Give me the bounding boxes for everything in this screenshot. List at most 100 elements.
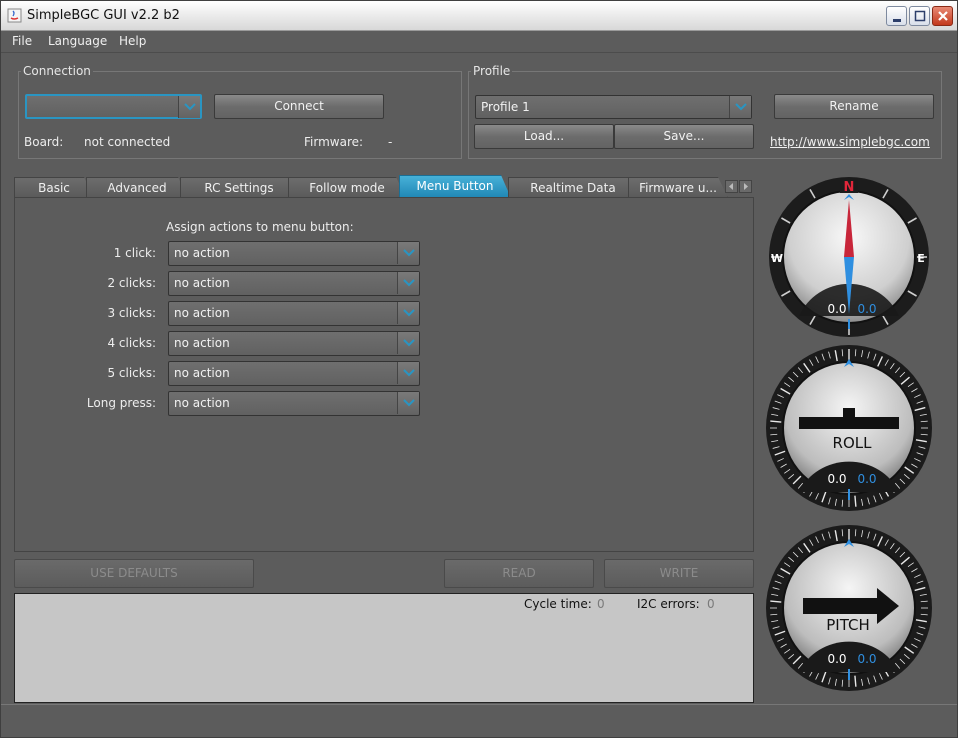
tab-scroll-left[interactable] [725,180,738,193]
menu-button-row-label: 3 clicks: [107,306,156,320]
menu-button-heading: Assign actions to menu button: [166,220,354,234]
compass-east-label: E [917,252,925,265]
profile-select-arrow[interactable] [729,96,751,118]
app-window: SimpleBGC GUI v2.2 b2 File Language Help… [0,0,958,738]
yaw-compass-gauge: N W E 0.0 0.0 [769,177,929,337]
log-panel: Cycle time: 0 I2C errors: 0 [14,593,754,703]
action-select-value: no action [174,336,230,350]
i2c-errors-label: I2C errors: [637,597,700,611]
maximize-button[interactable] [909,6,930,26]
action-select-arrow[interactable] [397,272,419,294]
menu-button-row-label: Long press: [86,396,156,410]
pitch-value-2: 0.0 [857,652,876,666]
i2c-errors-value: 0 [707,597,715,611]
minimize-icon [893,19,901,22]
tab-strip: Basic Advanced RC Settings Follow mode M… [14,177,754,198]
minimize-button[interactable] [886,6,907,26]
action-select-value: no action [174,396,230,410]
action-select-arrow[interactable] [397,242,419,264]
roll-gauge: ROLL 0.0 0.0 [766,345,932,511]
compass-value-1: 0.0 [827,302,846,316]
board-label: Board: [24,135,64,149]
close-button[interactable] [932,6,953,26]
gauge-tick [854,675,857,687]
connection-group-title: Connection [21,64,93,78]
action-select-value: no action [174,276,230,290]
tab-menu-button[interactable]: Menu Button [399,175,511,198]
compass-north-label: N [844,180,855,195]
menu-button-panel: Assign actions to menu button: 1 click: n… [14,197,754,552]
tab-advanced[interactable]: Advanced [86,177,188,198]
arrow-right-icon [744,183,748,190]
menu-button-action-select[interactable]: no action [168,241,420,266]
chevron-down-icon [735,103,747,111]
port-select[interactable] [25,94,202,119]
website-link[interactable]: http://www.simplebgc.com [770,135,930,149]
chevron-down-icon [403,309,415,317]
chevron-down-icon [403,369,415,377]
tab-basic[interactable]: Basic [14,177,94,198]
compass-value-2: 0.0 [857,302,876,316]
tab-scroll-right[interactable] [739,180,752,193]
status-bar [1,704,957,737]
menu-help[interactable]: Help [119,34,146,48]
action-select-arrow[interactable] [397,392,419,414]
tab-rc-settings[interactable]: RC Settings [180,177,298,198]
chevron-down-icon [403,399,415,407]
rename-button[interactable]: Rename [774,94,934,119]
profile-select[interactable]: Profile 1 [475,95,752,119]
tab-firmware-upgrade[interactable]: Firmware u... [628,177,728,198]
menu-button-row-label: 5 clicks: [107,366,156,380]
chevron-down-icon [403,279,415,287]
pitch-value-1: 0.0 [827,652,846,666]
save-profile-button[interactable]: Save... [614,124,754,149]
roll-label: ROLL [833,434,873,452]
gauge-tick [770,420,782,423]
use-defaults-button[interactable]: USE DEFAULTS [14,559,254,588]
action-select-arrow[interactable] [397,302,419,324]
menu-language[interactable]: Language [48,34,107,48]
action-select-arrow[interactable] [397,332,419,354]
roll-value-1: 0.0 [827,472,846,486]
action-select-value: no action [174,366,230,380]
menu-button-action-select[interactable]: no action [168,301,420,326]
menu-file[interactable]: File [12,34,32,48]
profile-group-title: Profile [471,64,513,78]
menu-button-row-label: 1 click: [113,246,156,260]
roll-value-2: 0.0 [857,472,876,486]
action-select-value: no action [174,246,230,260]
menu-bar: File Language Help [1,31,957,53]
arrow-left-icon [729,183,733,190]
tab-follow-mode[interactable]: Follow mode [288,177,406,198]
pitch-gauge: PITCH 0.0 0.0 [766,525,932,691]
java-app-icon [7,8,22,23]
maximize-icon [914,10,926,22]
chevron-down-icon [403,339,415,347]
firmware-value: - [388,135,393,149]
firmware-label: Firmware: [304,135,364,149]
read-button[interactable]: READ [444,559,594,588]
cycle-time-value: 0 [597,597,605,611]
window-title: SimpleBGC GUI v2.2 b2 [27,8,180,23]
roll-horizon-bar [799,417,899,429]
menu-button-action-select[interactable]: no action [168,361,420,386]
gauge-tick [770,600,782,603]
menu-button-action-select[interactable]: no action [168,391,420,416]
gauge-tick [854,495,857,507]
profile-select-value: Profile 1 [481,100,530,114]
load-profile-button[interactable]: Load... [474,124,614,149]
connect-button[interactable]: Connect [214,94,384,119]
write-button[interactable]: WRITE [604,559,754,588]
action-select-arrow[interactable] [397,362,419,384]
board-value: not connected [84,135,171,149]
menu-button-action-select[interactable]: no action [168,271,420,296]
pitch-label: PITCH [826,616,870,634]
tab-realtime-data[interactable]: Realtime Data [508,177,638,198]
menu-button-row-label: 4 clicks: [107,336,156,350]
menu-button-action-select[interactable]: no action [168,331,420,356]
action-select-value: no action [174,306,230,320]
title-bar[interactable]: SimpleBGC GUI v2.2 b2 [1,1,957,31]
compass-west-label: W [771,252,783,265]
port-select-arrow[interactable] [178,96,200,118]
chevron-down-icon [403,249,415,257]
